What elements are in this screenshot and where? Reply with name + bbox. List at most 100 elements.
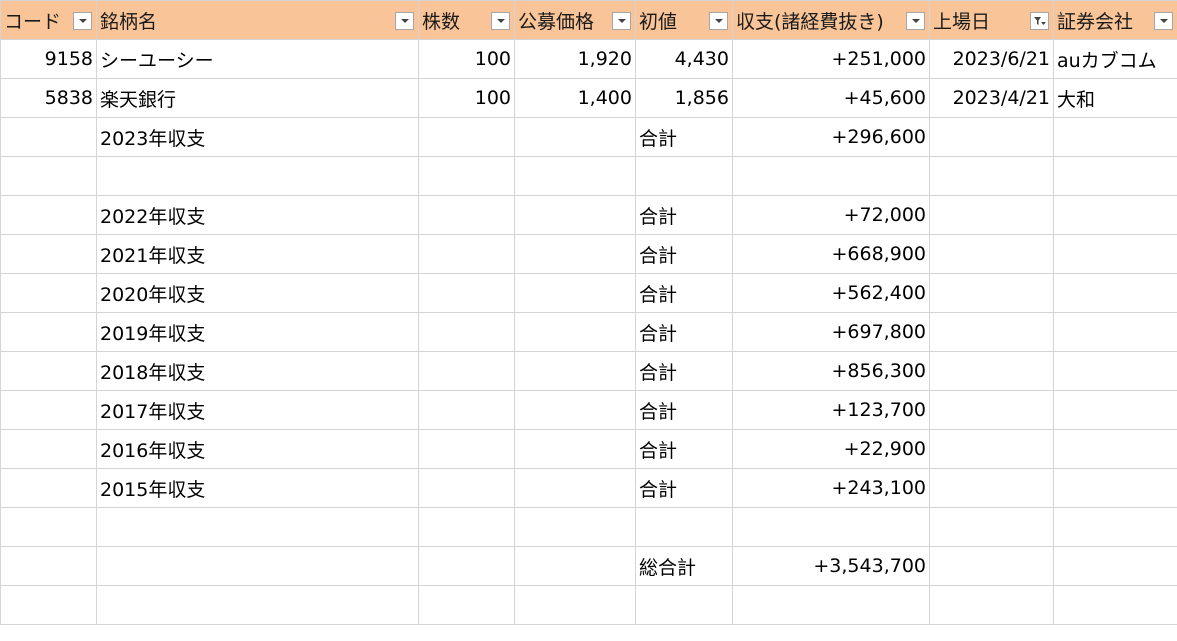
cell-name[interactable] (96, 585, 419, 625)
cell-name[interactable]: 2020年収支 (96, 273, 419, 313)
filter-active-icon[interactable] (1030, 12, 1049, 30)
cell-shares[interactable] (418, 429, 515, 469)
column-header-broker[interactable]: 証券会社 (1053, 0, 1177, 40)
cell-ipo-price[interactable] (514, 507, 636, 547)
cell-shares[interactable] (418, 390, 515, 430)
cell-shares[interactable] (418, 117, 515, 157)
filter-dropdown-icon[interactable] (73, 12, 92, 30)
cell-listing-date[interactable]: 2023/4/21 (929, 78, 1054, 118)
cell-first-price[interactable]: 合計 (635, 468, 733, 508)
cell-code[interactable] (0, 312, 97, 352)
column-header-listing-date[interactable]: 上場日 (929, 0, 1054, 40)
cell-profit[interactable]: +22,900 (732, 429, 930, 469)
cell-broker[interactable] (1053, 117, 1177, 157)
cell-broker[interactable] (1053, 195, 1177, 235)
filter-dropdown-icon[interactable] (906, 12, 925, 30)
cell-broker[interactable]: auカブコム (1053, 39, 1177, 79)
cell-name[interactable]: 2018年収支 (96, 351, 419, 391)
cell-listing-date[interactable] (929, 117, 1054, 157)
column-header-profit[interactable]: 収支(諸経費抜き) (732, 0, 930, 40)
cell-profit[interactable]: +72,000 (732, 195, 930, 235)
cell-broker[interactable] (1053, 273, 1177, 313)
cell-listing-date[interactable]: 2023/6/21 (929, 39, 1054, 79)
column-header-name[interactable]: 銘柄名 (96, 0, 419, 40)
cell-first-price[interactable]: 合計 (635, 312, 733, 352)
cell-name[interactable] (96, 546, 419, 586)
filter-dropdown-icon[interactable] (1154, 12, 1173, 30)
cell-code[interactable] (0, 429, 97, 469)
cell-listing-date[interactable] (929, 468, 1054, 508)
cell-name[interactable] (96, 156, 419, 196)
cell-listing-date[interactable] (929, 507, 1054, 547)
cell-first-price[interactable]: 1,856 (635, 78, 733, 118)
cell-ipo-price[interactable] (514, 351, 636, 391)
cell-shares[interactable] (418, 234, 515, 274)
cell-broker[interactable] (1053, 390, 1177, 430)
cell-profit[interactable]: +45,600 (732, 78, 930, 118)
cell-profit[interactable]: +296,600 (732, 117, 930, 157)
cell-ipo-price[interactable] (514, 195, 636, 235)
cell-code[interactable] (0, 546, 97, 586)
cell-listing-date[interactable] (929, 156, 1054, 196)
cell-listing-date[interactable] (929, 429, 1054, 469)
cell-first-price[interactable]: 総合計 (635, 546, 733, 586)
cell-code[interactable] (0, 351, 97, 391)
cell-profit[interactable]: +562,400 (732, 273, 930, 313)
cell-shares[interactable] (418, 546, 515, 586)
cell-code[interactable] (0, 585, 97, 625)
cell-listing-date[interactable] (929, 585, 1054, 625)
cell-ipo-price[interactable] (514, 234, 636, 274)
cell-shares[interactable] (418, 468, 515, 508)
cell-listing-date[interactable] (929, 546, 1054, 586)
cell-first-price[interactable]: 合計 (635, 351, 733, 391)
cell-profit[interactable]: +668,900 (732, 234, 930, 274)
cell-first-price[interactable] (635, 507, 733, 547)
cell-shares[interactable] (418, 273, 515, 313)
cell-listing-date[interactable] (929, 390, 1054, 430)
cell-shares[interactable] (418, 507, 515, 547)
cell-shares[interactable] (418, 312, 515, 352)
cell-profit[interactable]: +123,700 (732, 390, 930, 430)
filter-dropdown-icon[interactable] (395, 12, 414, 30)
cell-ipo-price[interactable] (514, 585, 636, 625)
cell-name[interactable]: 2015年収支 (96, 468, 419, 508)
cell-profit[interactable]: +243,100 (732, 468, 930, 508)
cell-name[interactable]: 2023年収支 (96, 117, 419, 157)
cell-code[interactable] (0, 234, 97, 274)
filter-dropdown-icon[interactable] (491, 12, 510, 30)
cell-first-price[interactable] (635, 156, 733, 196)
cell-listing-date[interactable] (929, 195, 1054, 235)
cell-ipo-price[interactable] (514, 468, 636, 508)
cell-ipo-price[interactable] (514, 312, 636, 352)
cell-listing-date[interactable] (929, 351, 1054, 391)
column-header-ipo-price[interactable]: 公募価格 (514, 0, 636, 40)
cell-first-price[interactable]: 合計 (635, 117, 733, 157)
cell-broker[interactable] (1053, 312, 1177, 352)
cell-code[interactable] (0, 273, 97, 313)
cell-first-price[interactable] (635, 585, 733, 625)
cell-profit[interactable] (732, 585, 930, 625)
cell-code[interactable] (0, 156, 97, 196)
cell-first-price[interactable]: 合計 (635, 429, 733, 469)
cell-ipo-price[interactable] (514, 273, 636, 313)
cell-shares[interactable] (418, 351, 515, 391)
cell-ipo-price[interactable] (514, 156, 636, 196)
cell-first-price[interactable]: 合計 (635, 195, 733, 235)
cell-listing-date[interactable] (929, 234, 1054, 274)
cell-ipo-price[interactable]: 1,920 (514, 39, 636, 79)
cell-name[interactable]: 2022年収支 (96, 195, 419, 235)
column-header-shares[interactable]: 株数 (418, 0, 515, 40)
cell-ipo-price[interactable] (514, 390, 636, 430)
cell-shares[interactable] (418, 585, 515, 625)
cell-name[interactable]: 2019年収支 (96, 312, 419, 352)
cell-name[interactable]: 2021年収支 (96, 234, 419, 274)
cell-shares[interactable]: 100 (418, 39, 515, 79)
cell-code[interactable] (0, 468, 97, 508)
cell-profit[interactable]: +251,000 (732, 39, 930, 79)
cell-code[interactable] (0, 117, 97, 157)
cell-ipo-price[interactable] (514, 117, 636, 157)
cell-profit[interactable] (732, 156, 930, 196)
filter-dropdown-icon[interactable] (709, 12, 728, 30)
cell-code[interactable] (0, 195, 97, 235)
cell-name[interactable]: 楽天銀行 (96, 78, 419, 118)
